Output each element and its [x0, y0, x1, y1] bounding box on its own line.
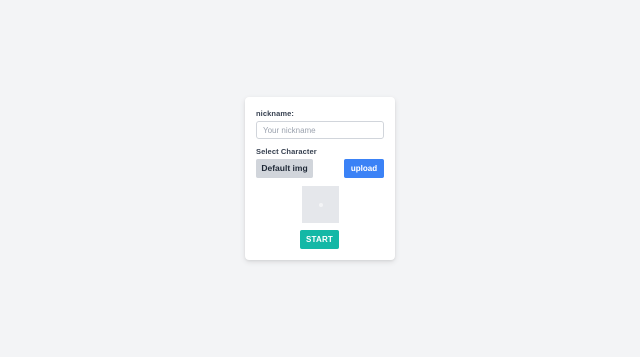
nickname-label: nickname:	[256, 109, 294, 118]
nickname-card: nickname: Select Character Default img u…	[245, 97, 395, 260]
upload-button[interactable]: upload	[344, 159, 384, 178]
image-placeholder-icon	[318, 202, 323, 207]
default-img-button[interactable]: Default img	[256, 159, 313, 178]
start-button[interactable]: START	[300, 230, 339, 249]
character-preview	[302, 186, 339, 223]
nickname-input[interactable]	[256, 121, 384, 139]
select-character-label: Select Character	[256, 147, 317, 156]
